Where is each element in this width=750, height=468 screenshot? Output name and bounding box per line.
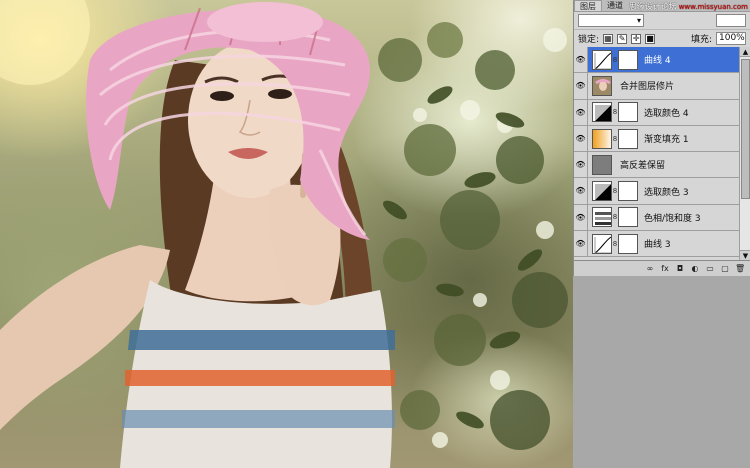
visibility-eye-icon[interactable]: 👁 bbox=[574, 99, 588, 125]
trash-icon[interactable]: 🗑 bbox=[735, 264, 745, 273]
layer-row[interactable]: 👁 8 曲线 3 bbox=[574, 231, 739, 258]
layer-name[interactable]: 曲线 3 bbox=[644, 237, 671, 250]
scroll-down-icon[interactable]: ▼ bbox=[740, 250, 750, 260]
fill-label: 填充: bbox=[690, 35, 712, 45]
gray-thumb[interactable] bbox=[592, 154, 612, 175]
visibility-eye-icon[interactable]: 👁 bbox=[574, 204, 588, 231]
tab-layers[interactable]: 图层 bbox=[574, 0, 602, 11]
mask-icon[interactable]: ◘ bbox=[675, 264, 685, 273]
lock-label: 锁定: bbox=[578, 35, 600, 45]
layer-mask-thumb[interactable] bbox=[618, 233, 638, 254]
brand-url: www.missyuan.com bbox=[678, 3, 748, 11]
lock-row: 锁定: ▦ ✎ ✛ ■ 填充: 100% bbox=[574, 30, 750, 48]
layer-name[interactable]: 选取颜色 4 bbox=[644, 106, 689, 119]
layer-name[interactable]: 合并图层修片 bbox=[620, 79, 674, 92]
panel-bottom-bar: ∞ fx ◘ ◐ ▭ ▢ 🗑 bbox=[574, 260, 750, 276]
photo-illustration bbox=[0, 0, 568, 468]
layer-row[interactable]: 👁 高反差保留 bbox=[574, 152, 739, 179]
visibility-eye-icon[interactable]: 👁 bbox=[574, 231, 588, 257]
lock-all-icon[interactable]: ■ bbox=[645, 33, 656, 44]
lock-pixels-icon[interactable]: ✎ bbox=[617, 33, 628, 44]
layer-name[interactable]: 曲线 4 bbox=[644, 53, 671, 66]
scroll-up-icon[interactable]: ▲ bbox=[740, 47, 750, 57]
layer-row[interactable]: 👁 8 渐变填充 1 bbox=[574, 125, 739, 153]
panel-tabbar: 图层 通道 思缘设计论坛 www.missyuan.com bbox=[574, 0, 750, 12]
layer-mask-thumb[interactable] bbox=[618, 102, 638, 123]
layer-name[interactable]: 高反差保留 bbox=[620, 158, 665, 171]
layer-mask-thumb[interactable] bbox=[618, 207, 638, 228]
layer-name[interactable]: 色相/饱和度 3 bbox=[644, 211, 701, 224]
link-icon[interactable]: ∞ bbox=[645, 264, 655, 273]
layer-row[interactable]: 👁 8 曲线 4 bbox=[574, 47, 739, 74]
visibility-eye-icon[interactable]: 👁 bbox=[574, 125, 588, 152]
hue-saturation-icon[interactable] bbox=[592, 207, 612, 228]
visibility-eye-icon[interactable]: 👁 bbox=[574, 47, 588, 73]
visibility-eye-icon[interactable]: 👁 bbox=[574, 152, 588, 178]
visibility-eye-icon[interactable]: 👁 bbox=[574, 73, 588, 99]
layer-mask-thumb[interactable] bbox=[618, 181, 638, 202]
site-watermark: 思缘设计论坛 www.missyuan.com bbox=[629, 1, 748, 12]
layer-row[interactable]: 👁 8 选取颜色 4 bbox=[574, 99, 739, 126]
new-layer-icon[interactable]: ▢ bbox=[720, 264, 730, 273]
adjustment-icon[interactable]: ◐ bbox=[690, 264, 700, 273]
brand-name: 思缘设计论坛 bbox=[628, 2, 677, 11]
photo-thumb[interactable] bbox=[592, 75, 612, 96]
layers-list: 👁 8 曲线 4 👁 合并图层修片 👁 8 选取颜色 4 👁 8 渐变填充 1 👁 高反差保留 👁 8 选取颜… bbox=[574, 47, 739, 260]
tab-channels[interactable]: 通道 bbox=[602, 0, 628, 11]
curves-icon[interactable] bbox=[592, 49, 612, 70]
fill-field[interactable]: 100% bbox=[716, 32, 746, 45]
visibility-eye-icon[interactable]: 👁 bbox=[574, 178, 588, 204]
scroll-thumb[interactable] bbox=[741, 59, 750, 199]
layer-mask-thumb[interactable] bbox=[618, 128, 638, 149]
fx-icon[interactable]: fx bbox=[660, 264, 670, 273]
selective-color-icon[interactable] bbox=[592, 102, 612, 123]
gradient-icon[interactable] bbox=[592, 128, 612, 149]
lock-position-icon[interactable]: ✛ bbox=[631, 33, 642, 44]
opacity-field[interactable] bbox=[716, 14, 746, 27]
layer-row[interactable]: 👁 合并图层修片 bbox=[574, 73, 739, 100]
layers-panel: 图层 通道 思缘设计论坛www.missyuan.com 锁定: ▦ ✎ ✛ ■… bbox=[573, 0, 750, 276]
blend-row bbox=[574, 12, 750, 30]
layer-row[interactable]: 👁 8 选取颜色 3 bbox=[574, 178, 739, 205]
selective-color-icon[interactable] bbox=[592, 181, 612, 202]
curves-icon[interactable] bbox=[592, 233, 612, 254]
layer-row[interactable]: 👁 8 色相/饱和度 3 bbox=[574, 204, 739, 232]
layer-name[interactable]: 渐变填充 1 bbox=[644, 132, 689, 145]
folder-icon[interactable]: ▭ bbox=[705, 264, 715, 273]
layers-scrollbar[interactable]: ▲ ▼ bbox=[739, 47, 750, 260]
layer-name[interactable]: 选取颜色 3 bbox=[644, 185, 689, 198]
lock-transparent-icon[interactable]: ▦ bbox=[603, 33, 614, 44]
blend-mode-select[interactable] bbox=[578, 14, 644, 27]
layer-mask-thumb[interactable] bbox=[618, 49, 638, 70]
photo-canvas[interactable] bbox=[0, 0, 573, 468]
